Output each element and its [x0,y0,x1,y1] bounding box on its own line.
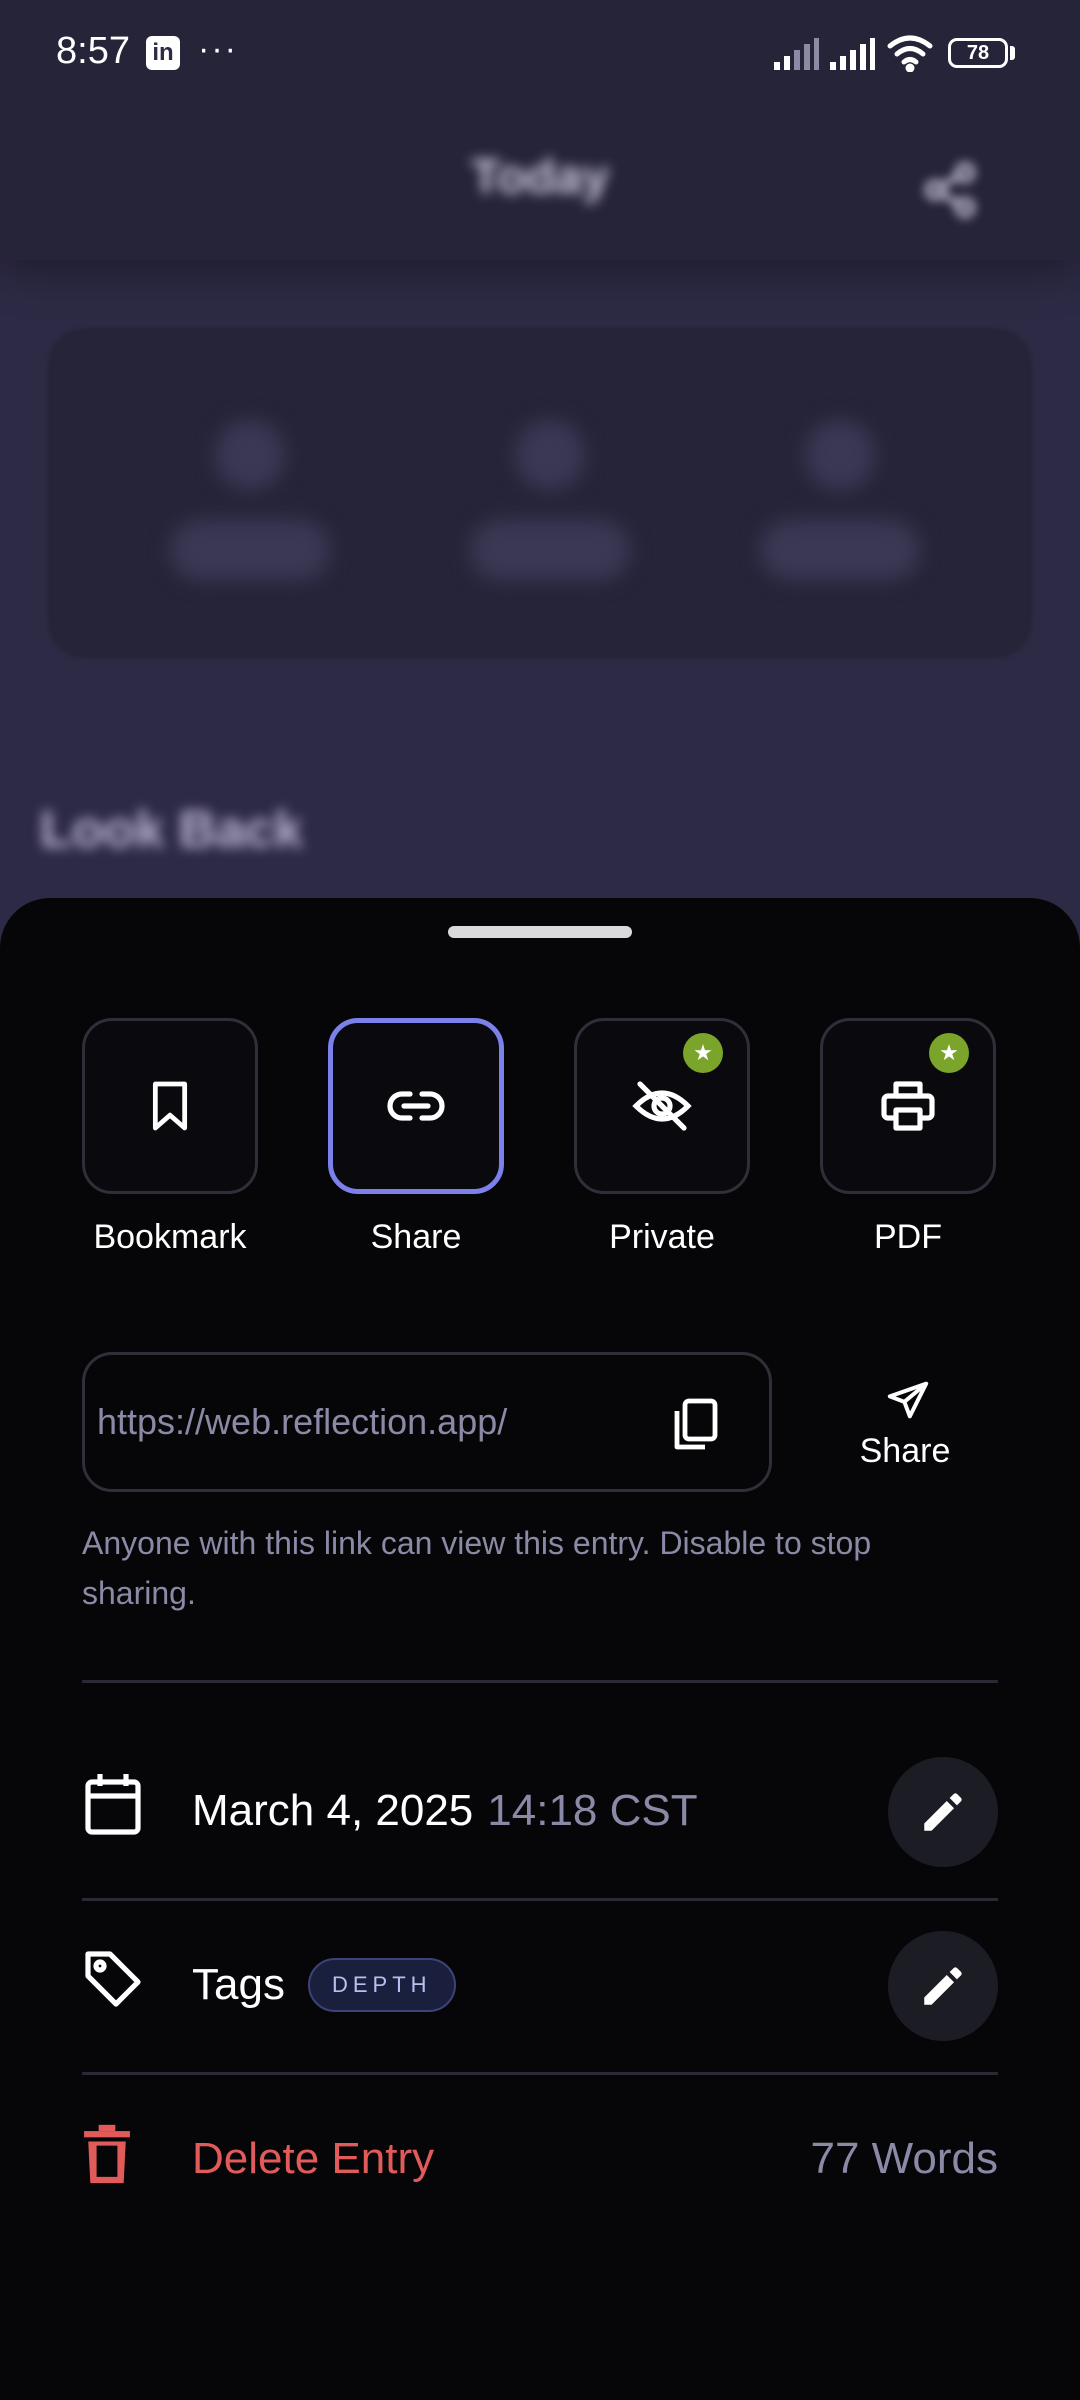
entry-time: 14:18 CST [487,1786,698,1835]
share-label: Share [370,1218,462,1256]
background-stat [760,420,920,590]
copy-icon[interactable] [671,1397,719,1453]
pencil-icon [924,1967,962,2005]
link-icon [387,1091,445,1121]
edit-tags-button[interactable] [888,1931,998,2041]
signal-icon [830,38,875,70]
more-notifications-icon: ··· [198,30,238,68]
private-button[interactable]: ★ [574,1018,750,1194]
share-help-text: Anyone with this link can view this entr… [82,1525,872,1611]
battery-tip [1010,46,1015,60]
pdf-label: PDF [874,1218,942,1256]
sheet-drag-handle[interactable] [448,926,632,938]
bookmark-icon [152,1081,188,1131]
pdf-button[interactable]: ★ [820,1018,996,1194]
background-app: Today Look Back [0,0,1080,900]
send-icon [887,1381,929,1419]
linkedin-icon: in [146,36,180,70]
edit-date-button[interactable] [888,1757,998,1867]
trash-icon[interactable] [82,2124,132,2184]
wifi-icon [887,35,933,72]
status-bar: 8:57 in ··· 78 [0,0,1080,110]
share-send-label: Share [859,1432,951,1470]
background-share-icon [925,162,975,218]
premium-star-icon: ★ [683,1033,723,1073]
tag-icon [85,1951,141,2007]
entry-date-value: March 4, 2025 [192,1786,474,1835]
divider [82,1680,998,1683]
delete-entry-button[interactable]: Delete Entry [192,2134,434,2184]
background-title: Today [471,151,609,204]
divider [82,1898,998,1901]
share-send-button[interactable]: Share [840,1380,970,1490]
status-time: 8:57 [56,30,130,72]
share-link-url: https://web.reflection.app/ [97,1401,508,1442]
link-redaction [525,1385,625,1465]
printer-icon [881,1081,935,1131]
battery-icon: 78 [948,38,1008,68]
tag-chip[interactable]: DEPTH [308,1958,456,2012]
divider [82,2072,998,2075]
signal-icon [774,38,819,70]
calendar-icon [85,1774,141,1835]
tags-label: Tags [192,1960,285,2009]
share-link-field[interactable]: https://web.reflection.app/ [82,1352,772,1492]
bookmark-button[interactable] [82,1018,258,1194]
share-toggle-button[interactable] [328,1018,504,1194]
private-label: Private [609,1218,715,1256]
background-stat [470,420,630,590]
entry-date: March 4, 2025 14:18 CST [192,1786,698,1836]
bookmark-label: Bookmark [93,1218,247,1256]
pencil-icon [924,1793,962,1831]
premium-star-icon: ★ [929,1033,969,1073]
background-stat [170,420,330,590]
background-section-title: Look Back [40,801,303,859]
word-count: 77 Words [810,2134,999,2183]
eye-off-icon [632,1081,692,1131]
